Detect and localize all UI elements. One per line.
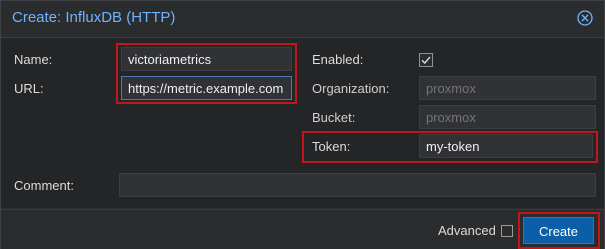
token-input[interactable] (419, 134, 593, 158)
comment-input[interactable] (119, 173, 596, 197)
advanced-checkbox[interactable] (501, 225, 513, 237)
bucket-input[interactable] (419, 105, 596, 129)
bucket-label: Bucket: (312, 110, 356, 125)
close-icon[interactable] (577, 10, 593, 26)
name-input[interactable] (121, 47, 292, 71)
comment-label: Comment: (14, 178, 74, 193)
enabled-checkbox[interactable] (419, 53, 433, 67)
dialog-titlebar: Create: InfluxDB (HTTP) (1, 1, 604, 38)
create-button[interactable]: Create (523, 217, 594, 244)
url-label: URL: (14, 81, 44, 96)
organization-input[interactable] (419, 76, 596, 100)
dialog-footer: Advanced Create (1, 209, 604, 249)
dialog-title: Create: InfluxDB (HTTP) (12, 9, 176, 26)
organization-label: Organization: (312, 81, 390, 96)
dialog-body: Name: URL: Enabled: Organization: Bucket… (1, 38, 604, 208)
enabled-label: Enabled: (312, 52, 364, 67)
name-label: Name: (14, 52, 53, 67)
advanced-label: Advanced (438, 223, 496, 238)
url-input[interactable] (121, 76, 292, 100)
token-label: Token: (312, 139, 351, 154)
create-influxdb-dialog: Create: InfluxDB (HTTP) Name: URL: Enabl… (0, 0, 605, 249)
